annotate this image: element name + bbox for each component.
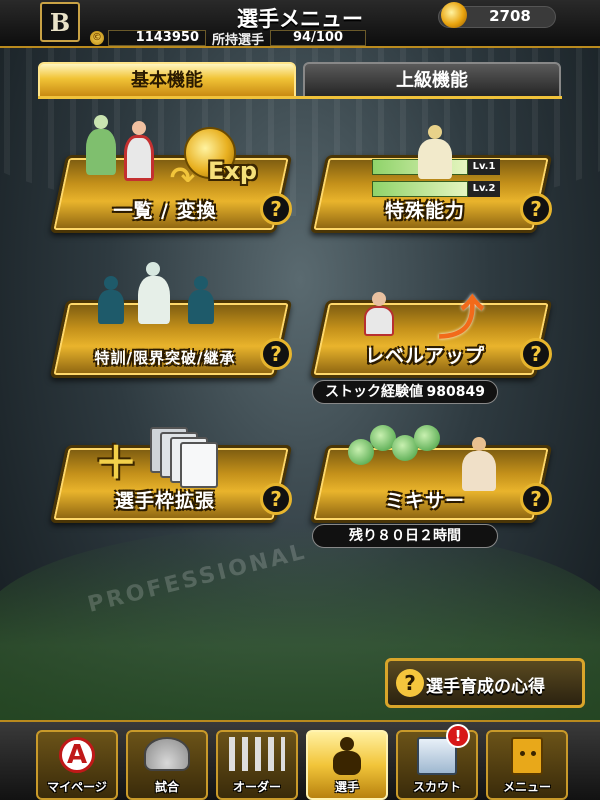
- level-up-arrow-icon: ⤴: [438, 291, 484, 345]
- nav-menu[interactable]: メニュー: [486, 730, 568, 800]
- help-icon[interactable]: ?: [260, 338, 292, 370]
- coin-icon: ©: [90, 31, 104, 45]
- help-icon[interactable]: ?: [520, 193, 552, 225]
- status-bar: © 1143950 所持選手 94/100: [90, 30, 367, 48]
- nav-players[interactable]: 選手: [306, 730, 388, 800]
- players-label: 所持選手: [212, 32, 265, 48]
- tab-advanced[interactable]: 上級機能: [303, 62, 561, 98]
- players-count: 94/100: [270, 30, 367, 46]
- top-header: B 選手メニュー 2708 © 1143950 所持選手 94/100: [0, 0, 600, 48]
- level-bar-2: [372, 181, 468, 197]
- bottom-navigation: A マイページ 試合 オーダー 選手 スカウト ! メニュー: [0, 720, 600, 800]
- field-icon: [144, 737, 190, 771]
- team-logo-icon[interactable]: B: [40, 2, 80, 42]
- level-1-badge: Lv.1: [468, 159, 500, 175]
- question-icon: ?: [396, 669, 424, 697]
- help-icon[interactable]: ?: [260, 483, 292, 515]
- card-label: 一覧 / 変換: [113, 200, 217, 222]
- nav-game[interactable]: 試合: [126, 730, 208, 800]
- coin-count: 1143950: [108, 30, 206, 46]
- mypage-a-icon: A: [59, 737, 95, 773]
- tab-basic[interactable]: 基本機能: [38, 62, 296, 98]
- arrow-icon: ↷: [170, 161, 196, 196]
- plus-icon: ＋: [94, 438, 138, 489]
- nav-order[interactable]: オーダー: [216, 730, 298, 800]
- ball-currency-icon: [441, 2, 467, 28]
- expand-slots-button[interactable]: ＋ 選手枠拡張 ?: [49, 427, 293, 523]
- exp-text: Exp: [208, 157, 258, 185]
- nav-label: 選手: [334, 780, 359, 794]
- level-up-button[interactable]: ⤴ レベルアップ ?: [309, 291, 553, 378]
- level-2-badge: Lv.2: [468, 181, 500, 197]
- mixer-button[interactable]: ミキサー ?: [309, 425, 553, 523]
- menu-box-icon: [511, 737, 543, 775]
- nav-label: マイページ: [47, 780, 107, 794]
- stock-exp-label: ストック経験値: [325, 384, 423, 400]
- stock-exp-pill: ストック経験値 980849: [312, 380, 498, 404]
- training-tips-button[interactable]: ? 選手育成の心得: [385, 658, 585, 708]
- nav-label: メニュー: [502, 780, 551, 794]
- nav-mypage[interactable]: A マイページ: [36, 730, 118, 800]
- help-icon[interactable]: ?: [520, 483, 552, 515]
- ball-count: 2708: [489, 7, 531, 25]
- order-players-icon: [229, 737, 285, 771]
- card-label: ミキサー: [384, 490, 465, 512]
- mixer-remaining-time: 残り８０日２時間: [312, 524, 498, 548]
- scout-alert-badge: !: [446, 724, 470, 748]
- nav-label: 試合: [154, 780, 179, 794]
- card-label: レベルアップ: [364, 345, 485, 367]
- help-icon[interactable]: ?: [520, 338, 552, 370]
- card-label: 選手枠拡張: [114, 490, 215, 512]
- training-button[interactable]: 特訓/限界突破/継承 ?: [49, 262, 293, 378]
- training-tips-label: 選手育成の心得: [426, 677, 545, 697]
- help-icon[interactable]: ?: [260, 193, 292, 225]
- special-abilities-button[interactable]: Lv.1 Lv.2 特殊能力 ?: [309, 125, 553, 233]
- card-label: 特訓/限界突破/継承: [94, 349, 236, 367]
- nav-label: オーダー: [232, 780, 281, 794]
- card-label: 特殊能力: [384, 200, 465, 222]
- tab-underline: [38, 96, 562, 99]
- nav-label: スカウト: [412, 780, 461, 794]
- stock-exp-value: 980849: [426, 384, 485, 400]
- player-silhouette-icon: [327, 737, 367, 777]
- list-convert-button[interactable]: Exp ↷ 一覧 / 変換 ?: [49, 115, 293, 233]
